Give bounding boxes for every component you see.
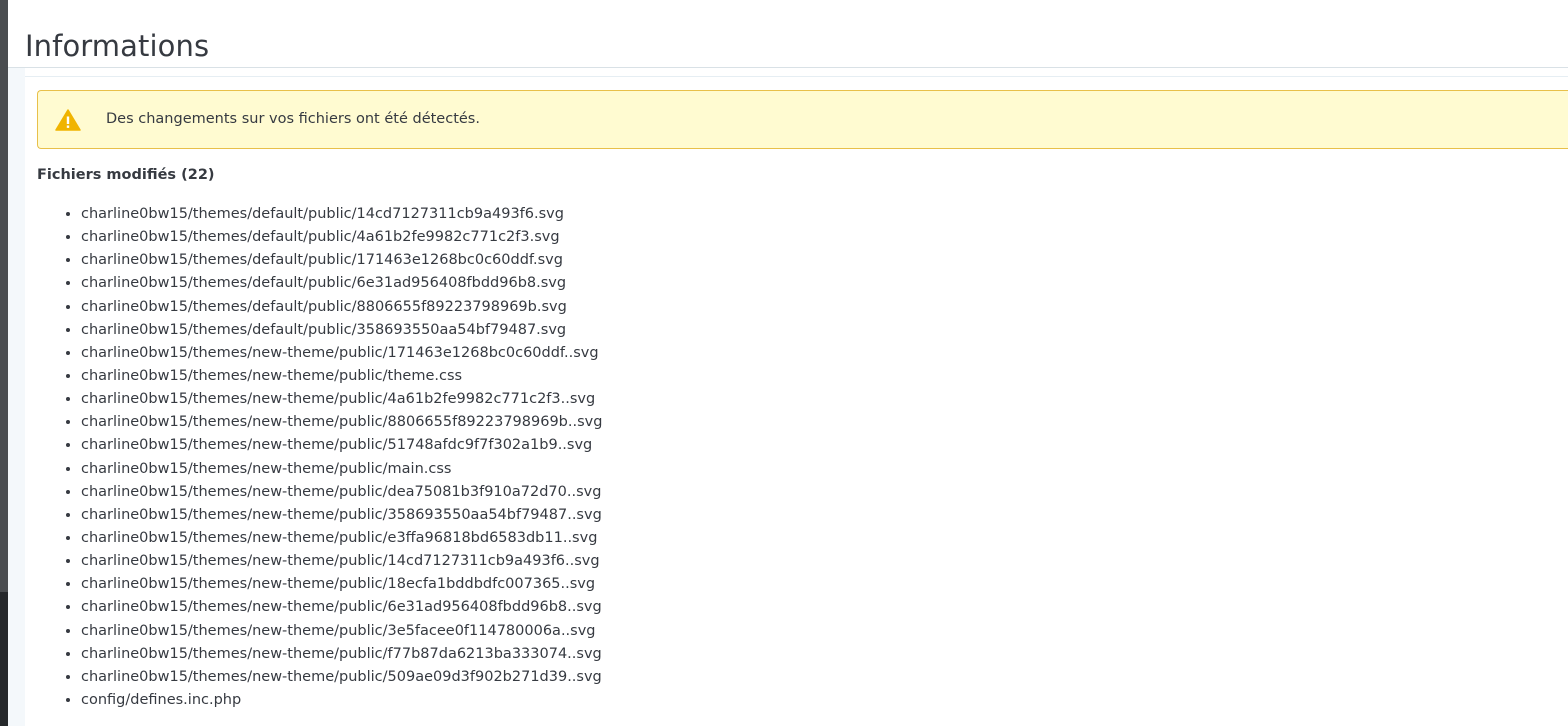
modified-files-heading: Fichiers modifiés (22) [37, 167, 215, 183]
alert-message: Des changements sur vos fichiers ont été… [106, 111, 480, 127]
modified-file-item: charline0bw15/themes/default/public/3586… [81, 319, 602, 342]
modified-file-item: charline0bw15/themes/default/public/14cd… [81, 203, 602, 226]
modified-file-item: charline0bw15/themes/new-theme/public/de… [81, 481, 602, 504]
modified-file-item: config/defines.inc.php [81, 689, 602, 712]
modified-file-item: charline0bw15/themes/new-theme/public/17… [81, 342, 602, 365]
content-gutter [8, 68, 25, 726]
modified-file-item: charline0bw15/themes/default/public/1714… [81, 249, 602, 272]
sidebar-edge-bottom [0, 592, 8, 726]
modified-file-item: charline0bw15/themes/new-theme/public/6e… [81, 596, 602, 619]
modified-file-item: charline0bw15/themes/default/public/4a61… [81, 226, 602, 249]
modified-file-item: charline0bw15/themes/default/public/8806… [81, 296, 602, 319]
modified-file-item: charline0bw15/themes/new-theme/public/f7… [81, 643, 602, 666]
modified-file-item: charline0bw15/themes/default/public/6e31… [81, 272, 602, 295]
modified-file-item: charline0bw15/themes/new-theme/public/th… [81, 365, 602, 388]
warning-icon [55, 109, 81, 131]
content-divider [25, 76, 1568, 77]
modified-file-item: charline0bw15/themes/new-theme/public/e3… [81, 527, 602, 550]
modified-file-item: charline0bw15/themes/new-theme/public/3e… [81, 620, 602, 643]
modified-files-list: charline0bw15/themes/default/public/14cd… [37, 203, 602, 712]
modified-file-item: charline0bw15/themes/new-theme/public/14… [81, 550, 602, 573]
modified-file-item: charline0bw15/themes/new-theme/public/51… [81, 434, 602, 457]
modified-file-item: charline0bw15/themes/new-theme/public/ma… [81, 458, 602, 481]
modified-file-item: charline0bw15/themes/new-theme/public/35… [81, 504, 602, 527]
modified-file-item: charline0bw15/themes/new-theme/public/50… [81, 666, 602, 689]
page-header: Informations [8, 0, 1568, 68]
modified-file-item: charline0bw15/themes/new-theme/public/88… [81, 411, 602, 434]
modified-file-item: charline0bw15/themes/new-theme/public/18… [81, 573, 602, 596]
main-content: Des changements sur vos fichiers ont été… [8, 68, 1568, 726]
warning-alert: Des changements sur vos fichiers ont été… [37, 90, 1568, 149]
modified-file-item: charline0bw15/themes/new-theme/public/4a… [81, 388, 602, 411]
page-title: Informations [25, 29, 210, 64]
